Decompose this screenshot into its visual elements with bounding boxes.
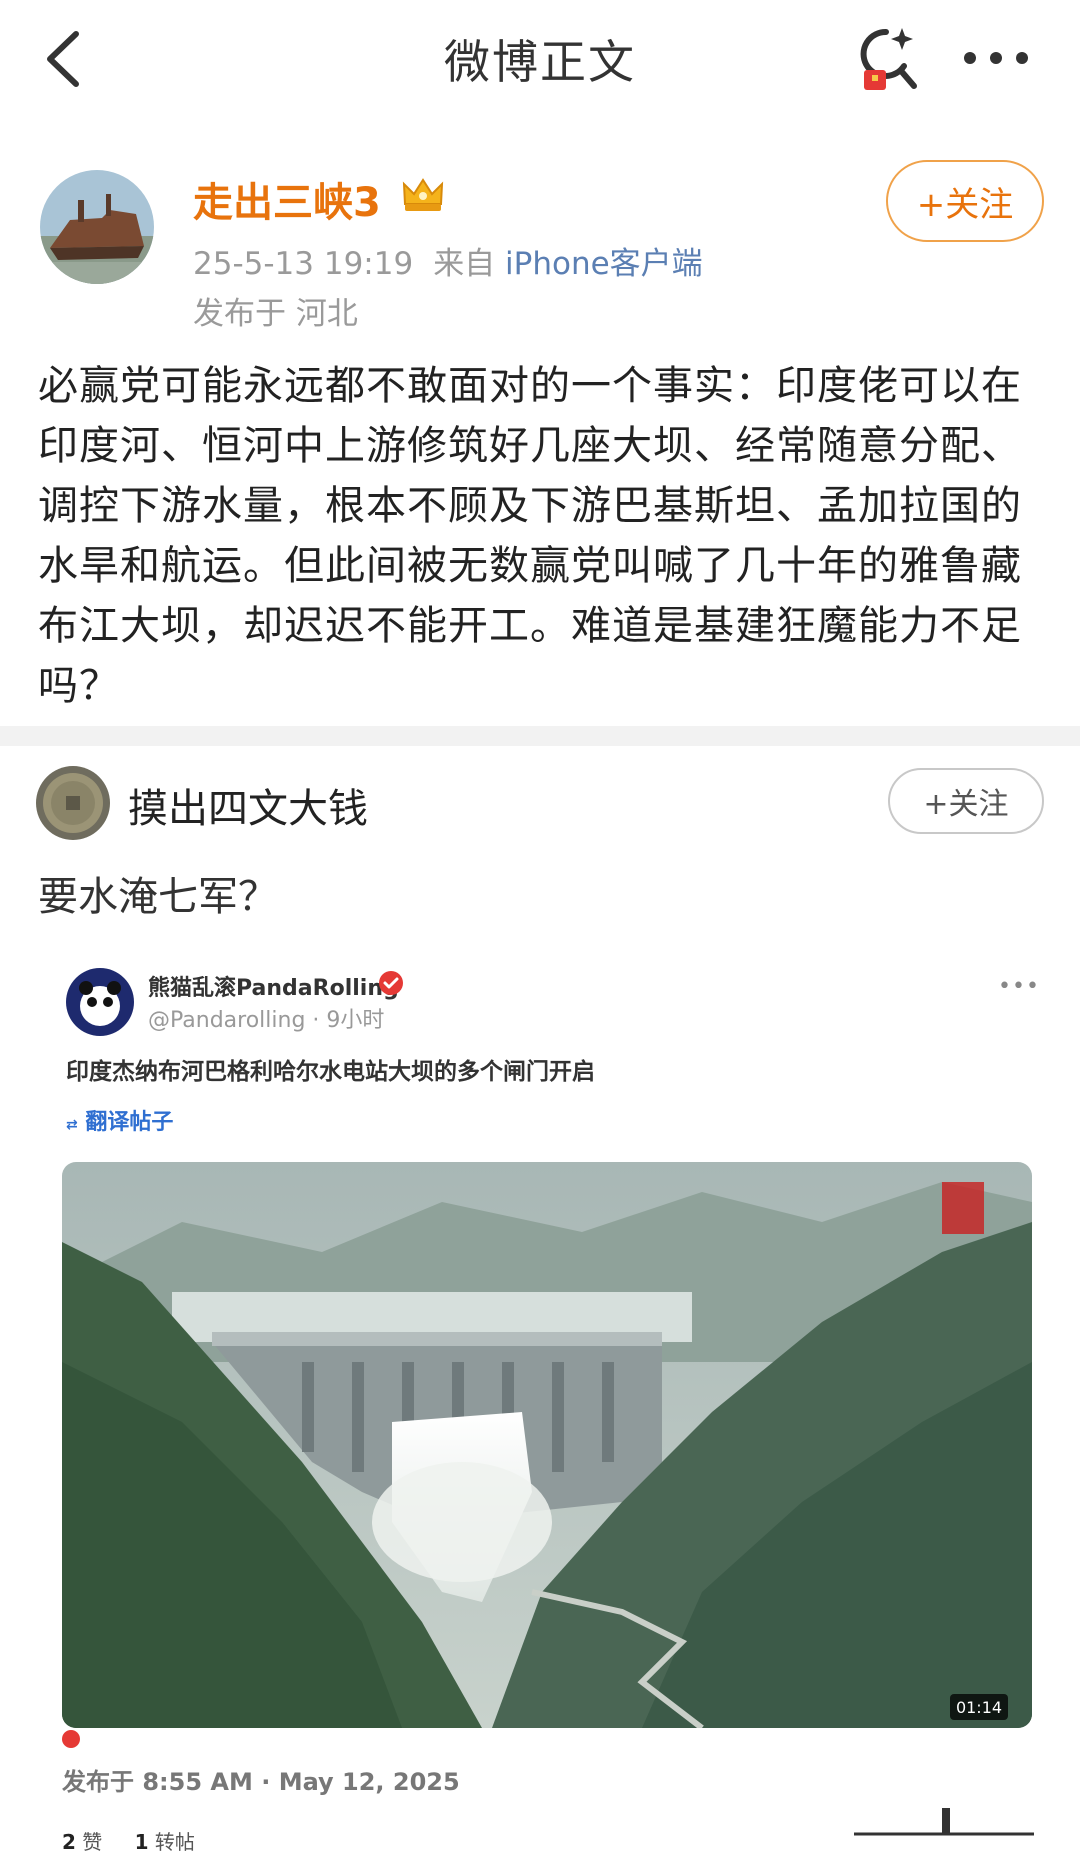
search-icon[interactable]: [846, 18, 926, 98]
embed-video: [62, 1162, 1032, 1728]
reposts-label: 转帖: [154, 1830, 195, 1854]
post-time: 25-5-13 19:19: [193, 246, 414, 282]
source-prefix: 来自: [433, 246, 496, 282]
commenter-name[interactable]: 摸出四文大钱: [128, 776, 368, 834]
home-indicator-icon: [844, 1800, 1044, 1842]
live-dot-icon: [62, 1730, 80, 1748]
embed-handle: @Pandarolling · 9小时: [148, 1008, 385, 1033]
follow-button[interactable]: +关注: [886, 160, 1044, 242]
embed-author-name: 熊猫乱滚PandaRolling: [148, 976, 399, 1001]
post-body-text: 必赢党可能永远都不敢面对的一个事实：印度佬可以在印度河、恒河中上游修筑好几座大坝…: [38, 363, 1022, 709]
video-duration: 01:14: [950, 1694, 1008, 1720]
author-avatar[interactable]: [40, 170, 154, 284]
reposts-count: 1: [134, 1830, 149, 1854]
likes-label: 赞: [82, 1830, 103, 1854]
embed-stats: 2 赞 1 转帖: [62, 1826, 195, 1855]
translate-link: ⇄ 翻译帖子: [66, 1104, 173, 1136]
crown-badge-icon: [400, 174, 446, 216]
source-link[interactable]: iPhone客户端: [505, 246, 703, 282]
author-name[interactable]: 走出三峡3: [193, 170, 381, 228]
embed-post-text: 印度杰纳布河巴格利哈尔水电站大坝的多个闸门开启: [66, 1059, 595, 1085]
translate-icon: ⇄: [66, 1117, 78, 1133]
post-meta: 25-5-13 19:19 来自 iPhone客户端: [193, 238, 703, 283]
comment-text: 要水淹七军？: [38, 874, 278, 920]
translate-label: 翻译帖子: [85, 1110, 174, 1135]
section-divider: [0, 726, 1080, 746]
more-options-icon[interactable]: [956, 30, 1036, 86]
embed-avatar: [66, 968, 134, 1036]
repost-comment: 摸出四文大钱 +关注 要水淹七军？ 熊猫乱滚PandaRolling @Pand…: [0, 746, 1080, 1876]
embed-more-icon: •••: [998, 974, 1040, 999]
verified-badge-icon: [378, 970, 404, 996]
embedded-screenshot[interactable]: 熊猫乱滚PandaRolling @Pandarolling · 9小时 •••…: [36, 942, 1042, 1876]
likes-count: 2: [62, 1830, 76, 1854]
top-nav-bar: 微博正文: [0, 0, 1080, 118]
commenter-follow-button[interactable]: +关注: [888, 768, 1044, 834]
commenter-avatar[interactable]: [36, 766, 110, 840]
post-location: 发布于 河北: [193, 296, 358, 332]
embed-date: 发布于 8:55 AM · May 12, 2025: [62, 1768, 460, 1796]
